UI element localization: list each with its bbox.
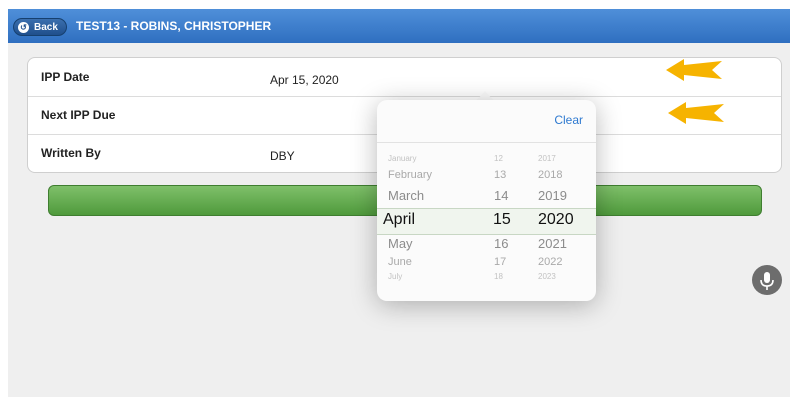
year-option[interactable]: 2022 — [538, 256, 562, 268]
annotation-arrow-icon — [666, 59, 722, 81]
year-option[interactable]: 2019 — [538, 188, 567, 203]
month-option[interactable]: March — [388, 188, 424, 203]
ipp-date-label: IPP Date — [41, 70, 90, 84]
day-option[interactable]: 12 — [494, 154, 503, 163]
ipp-date-value[interactable]: Apr 15, 2020 — [270, 73, 339, 87]
back-button[interactable]: ↺ Back — [13, 18, 67, 36]
back-arrow-icon: ↺ — [18, 21, 29, 33]
date-picker-wheel[interactable]: January 12 2017 February 13 2018 March 1… — [377, 152, 596, 290]
day-option[interactable]: 18 — [494, 272, 503, 281]
next-ipp-due-label: Next IPP Due — [41, 108, 116, 122]
written-by-value[interactable]: DBY — [270, 149, 295, 163]
month-option[interactable]: July — [388, 272, 402, 281]
day-option[interactable]: 13 — [494, 169, 506, 181]
microphone-button[interactable] — [752, 265, 782, 295]
app-frame: ↺ Back TEST13 - ROBINS, CHRISTOPHER IPP … — [8, 9, 790, 397]
year-option[interactable]: 2017 — [538, 154, 556, 163]
selected-year[interactable]: 2020 — [538, 211, 574, 229]
year-option[interactable]: 2023 — [538, 272, 556, 281]
written-by-label: Written By — [41, 146, 101, 160]
day-option[interactable]: 16 — [494, 236, 508, 251]
month-option[interactable]: June — [388, 256, 412, 268]
selected-month[interactable]: April — [383, 211, 415, 229]
month-option[interactable]: January — [388, 154, 416, 163]
month-option[interactable]: May — [388, 236, 413, 251]
date-picker-popover: Clear January 12 2017 February 13 2018 M… — [377, 100, 596, 301]
annotation-arrow-icon — [668, 102, 724, 124]
patient-title: TEST13 - ROBINS, CHRISTOPHER — [76, 19, 272, 33]
microphone-icon — [760, 272, 774, 290]
day-option[interactable]: 17 — [494, 256, 506, 268]
header-bar: ↺ Back TEST13 - ROBINS, CHRISTOPHER — [8, 9, 790, 43]
popover-divider — [377, 142, 596, 143]
month-option[interactable]: February — [388, 169, 432, 181]
back-label: Back — [34, 21, 58, 33]
day-option[interactable]: 14 — [494, 188, 508, 203]
year-option[interactable]: 2018 — [538, 169, 562, 181]
selected-day[interactable]: 15 — [493, 211, 511, 229]
clear-button[interactable]: Clear — [554, 113, 583, 127]
year-option[interactable]: 2021 — [538, 236, 567, 251]
